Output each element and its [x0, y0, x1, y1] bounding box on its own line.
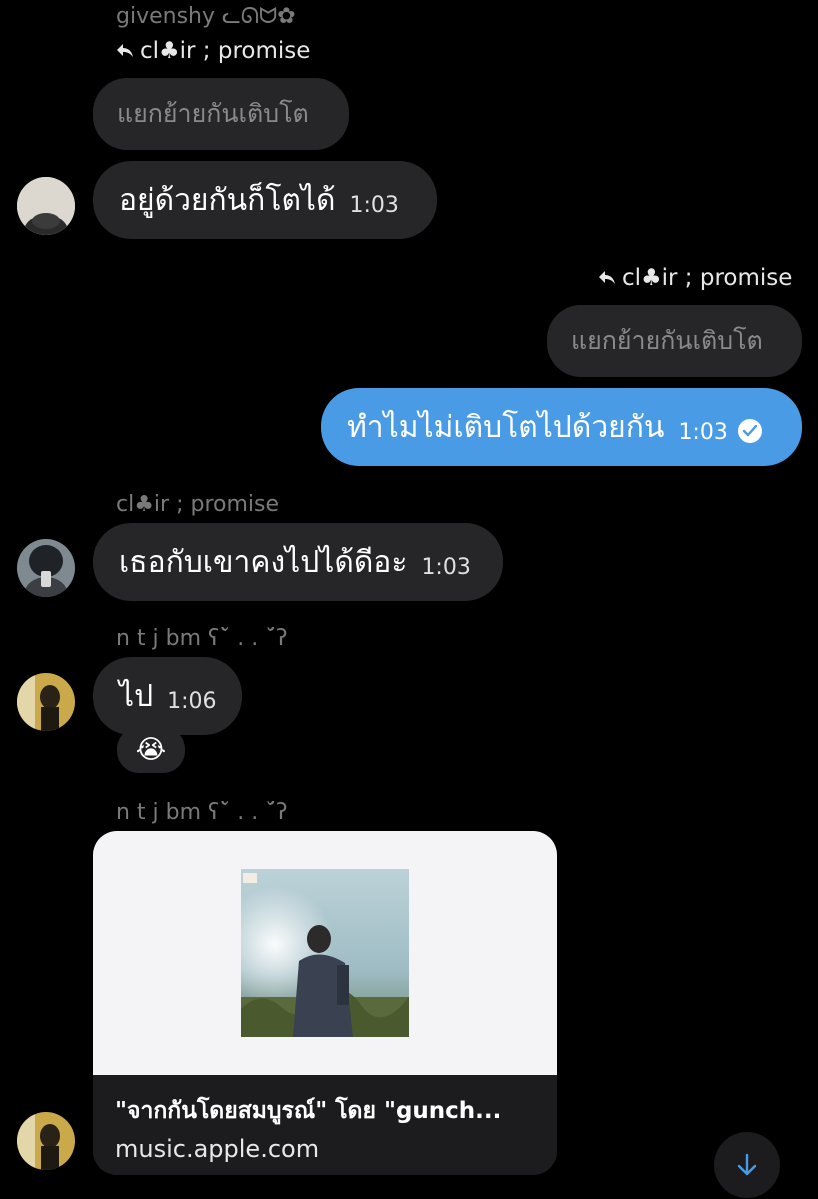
- quoted-message[interactable]: แยกย้ายกันเติบโต: [93, 78, 349, 150]
- avatar[interactable]: [17, 673, 75, 731]
- sender-name: n t j bm ʕ˘̀ . . ˘́ʔ: [116, 626, 288, 651]
- link-preview-card[interactable]: "จากกันโดยสมบูรณ์" โดย "gunch... music.a…: [93, 831, 557, 1175]
- arrow-down-icon: [737, 1153, 757, 1176]
- message-time: 1:06: [167, 688, 217, 714]
- crying-face-reaction: 😭: [135, 735, 167, 765]
- message-time: 1:03: [421, 554, 471, 580]
- reply-reference-name: cl♣ir ; promise: [140, 38, 311, 64]
- message-time: 1:03: [678, 419, 728, 445]
- chat-thread: givenshy ᓚᘏᗢ✿ cl♣ir ; promise แยกย้ายกัน…: [0, 0, 818, 1199]
- avatar[interactable]: [17, 177, 75, 235]
- message-bubble[interactable]: เธอกับเขาคงไปได้ดีอะ 1:03: [93, 523, 503, 601]
- avatar[interactable]: [17, 1112, 75, 1170]
- reply-arrow-icon: [599, 271, 615, 284]
- message-text: ทำไมไม่เติบโตไปด้วยกัน: [347, 409, 665, 445]
- message-text: เธอกับเขาคงไปได้ดีอะ: [119, 544, 408, 580]
- message-bubble-outgoing[interactable]: ทำไมไม่เติบโตไปด้วยกัน 1:03: [321, 388, 802, 466]
- link-preview-image-area: [93, 831, 557, 1075]
- message-text: ไป: [119, 678, 154, 714]
- sender-name: givenshy ᓚᘏᗢ✿: [116, 4, 296, 29]
- sender-name: cl♣ir ; promise: [116, 492, 280, 517]
- reply-reference-name: cl♣ir ; promise: [622, 265, 793, 291]
- message-bubble[interactable]: ไป 1:06: [93, 657, 242, 735]
- link-domain: music.apple.com: [115, 1135, 320, 1163]
- avatar[interactable]: [17, 539, 75, 597]
- reply-arrow-icon: [117, 44, 133, 57]
- reply-reference[interactable]: cl♣ir ; promise: [116, 38, 310, 64]
- message-text: อยู่ด้วยกันก็โตได้: [119, 182, 336, 218]
- reaction-badge[interactable]: 😭: [117, 727, 185, 773]
- link-title: "จากกันโดยสมบูรณ์" โดย "gunch...: [115, 1098, 502, 1124]
- scroll-to-bottom-button[interactable]: [714, 1132, 780, 1198]
- quoted-message[interactable]: แยกย้ายกันเติบโต: [547, 305, 802, 377]
- read-check-icon: [737, 419, 762, 443]
- sender-name: n t j bm ʕ˘̀ . . ˘́ʔ: [116, 800, 288, 825]
- message-bubble[interactable]: อยู่ด้วยกันก็โตได้ 1:03: [93, 161, 437, 239]
- link-preview-footer: "จากกันโดยสมบูรณ์" โดย "gunch... music.a…: [93, 1075, 557, 1175]
- reply-reference[interactable]: cl♣ir ; promise: [598, 265, 792, 291]
- message-time: 1:03: [349, 192, 399, 218]
- album-art: [241, 869, 409, 1037]
